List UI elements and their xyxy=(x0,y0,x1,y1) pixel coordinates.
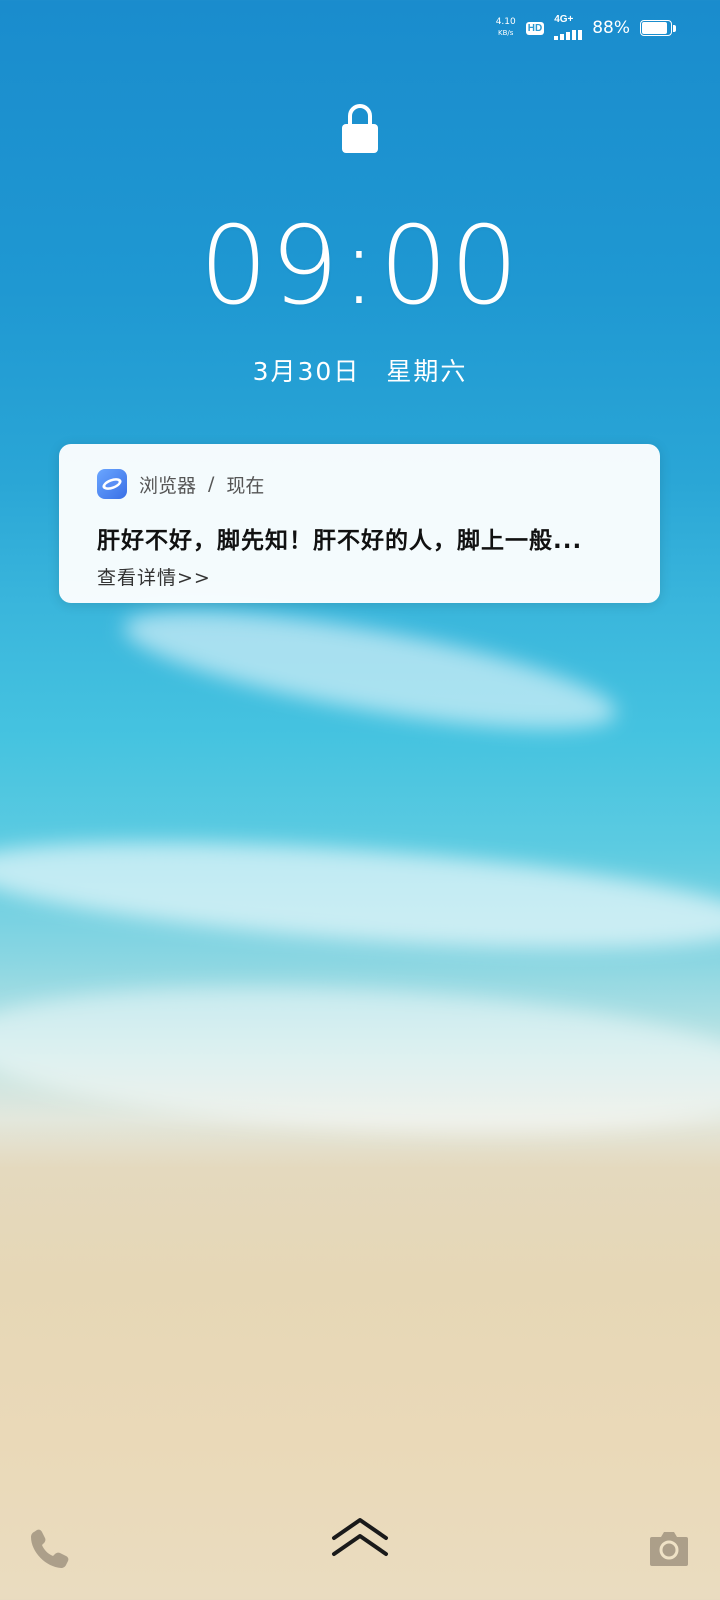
camera-icon[interactable] xyxy=(648,1528,690,1568)
network-speed-value: 4.10 xyxy=(495,17,516,27)
date-text: 3月30日 xyxy=(252,357,361,386)
background-wave xyxy=(0,968,720,1152)
chevron-up-icon[interactable] xyxy=(330,1514,390,1560)
battery-fill xyxy=(642,22,667,34)
notification-title: 肝好不好，脚先知！肝不好的人，脚上一般... xyxy=(97,528,583,554)
network-speed: 4.10 KB/s xyxy=(496,17,516,39)
status-bar: 4.10 KB/s HD 4G+ 88% xyxy=(496,10,676,46)
battery-icon xyxy=(640,20,676,36)
notification-detail-link[interactable]: 查看详情>> xyxy=(97,563,622,590)
background-wave xyxy=(116,587,624,753)
lock-icon xyxy=(342,104,378,153)
lock-screen-clock: 09:00 xyxy=(199,204,521,329)
notification-app-name: 浏览器 xyxy=(139,474,197,497)
signal-indicator: 4G+ xyxy=(554,14,583,40)
phone-icon[interactable] xyxy=(28,1526,72,1570)
hd-badge: HD xyxy=(525,21,545,35)
signal-bars-icon xyxy=(554,30,583,40)
network-speed-unit: KB/s xyxy=(498,29,514,37)
browser-app-icon xyxy=(97,469,127,499)
notification-header: 浏览器 / 现在 xyxy=(97,469,622,499)
lock-screen-date: 3月30日 星期六 xyxy=(0,352,720,388)
notification-separator: / xyxy=(208,473,215,495)
weekday-text: 星期六 xyxy=(386,357,468,386)
notification-card[interactable]: 浏览器 / 现在 肝好不好，脚先知！肝不好的人，脚上一般... 查看详情>> xyxy=(59,444,660,603)
notification-time: 现在 xyxy=(226,474,265,497)
background-wave xyxy=(0,822,720,968)
network-type-label: 4G+ xyxy=(554,14,574,25)
battery-percent: 88% xyxy=(592,18,630,38)
